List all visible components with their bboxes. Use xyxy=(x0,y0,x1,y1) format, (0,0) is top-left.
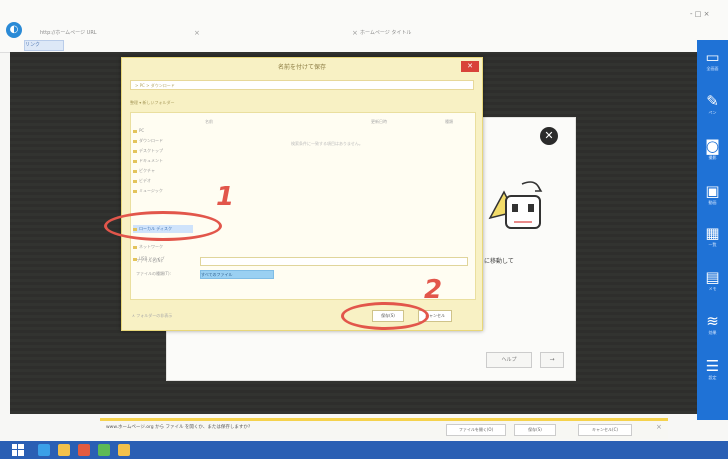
download-save-button[interactable]: 保存(S) xyxy=(514,424,556,436)
tree-item-label: ピクチャ xyxy=(139,168,155,173)
dialog-path-bar[interactable]: > PC > ダウンロード xyxy=(130,80,474,90)
browser-logo-icon[interactable]: ◐ xyxy=(6,22,22,38)
empty-folder-note: 検索条件に一致する項目はありません。 xyxy=(291,141,363,146)
download-message: www.ホームページ.org から ファイル を開くか、または保存しますか? xyxy=(106,425,251,430)
toolbar-label: 設定 xyxy=(708,375,717,380)
column-header-name[interactable]: 名前 xyxy=(205,119,213,125)
dialog-body: PC ダウンロード デスクトップ ドキュメント ピクチャ ビデオ ミュージック … xyxy=(130,112,476,300)
move-instruction-text: に移動して xyxy=(484,258,514,265)
annotation-number-1: 1 xyxy=(216,182,235,212)
download-cancel-button[interactable]: キャンセル(C) xyxy=(578,424,632,436)
browser-task-icon[interactable] xyxy=(38,444,50,456)
column-header-type[interactable]: 種類 xyxy=(445,119,453,125)
annotation-ellipse-2 xyxy=(341,302,429,330)
folder-icon xyxy=(133,189,137,193)
tree-item-pc[interactable]: PC xyxy=(133,127,144,135)
dialog-toolbar[interactable]: 整理 ▾ 新しいフォルダー xyxy=(130,98,474,108)
toolbar-label: メモ xyxy=(708,286,717,291)
toolbar-label: 動画 xyxy=(708,200,717,205)
tree-item-downloads[interactable]: ダウンロード xyxy=(133,137,163,145)
tree-item-label: ミュージック xyxy=(139,188,163,193)
toolbar-label: 効果 xyxy=(708,330,717,335)
display-icon: ▭ xyxy=(705,48,720,66)
folder-task-icon[interactable] xyxy=(118,444,130,456)
toolbar-label: ペン xyxy=(708,110,717,115)
windows-start-icon[interactable] xyxy=(12,444,24,456)
app-task-icon[interactable] xyxy=(98,444,110,456)
filename-input[interactable] xyxy=(200,257,468,266)
folder-icon xyxy=(133,169,137,173)
tab-close-icon[interactable]: × xyxy=(352,26,358,40)
memo-icon: ▤ xyxy=(705,268,720,286)
filename-label: ファイル名(N): xyxy=(136,258,164,263)
tree-item-label: ネットワーク xyxy=(139,244,163,249)
grid-icon: ▦ xyxy=(705,224,720,242)
help-button[interactable]: ヘルプ xyxy=(486,352,532,368)
stack-icon: ☰ xyxy=(705,357,720,375)
app-task-icon[interactable] xyxy=(78,444,90,456)
toolbar-label: 全画面 xyxy=(706,66,719,71)
tree-item-label: ダウンロード xyxy=(139,138,163,143)
film-icon: ▣ xyxy=(705,182,720,200)
mascot-illustration xyxy=(488,181,543,229)
filetype-label: ファイルの種類(T): xyxy=(136,271,171,276)
toolbar-pen-button[interactable]: ✎ ペン xyxy=(699,90,726,124)
dialog-close-icon[interactable]: ✕ xyxy=(461,61,479,72)
open-file-button[interactable]: ファイルを開く(O) xyxy=(446,424,506,436)
toolbar-grid-button[interactable]: ▦ 一覧 xyxy=(699,222,726,256)
annotation-number-2: 2 xyxy=(424,275,443,305)
tree-item-pictures[interactable]: ピクチャ xyxy=(133,167,155,175)
pen-icon: ✎ xyxy=(706,92,719,110)
folder-tree: PC ダウンロード デスクトップ ドキュメント ピクチャ ビデオ ミュージック … xyxy=(133,115,195,297)
column-header-date[interactable]: 更新日時 xyxy=(371,119,387,125)
tree-item-network[interactable]: ネットワーク xyxy=(133,243,163,251)
window-controls[interactable]: - □ × xyxy=(690,10,709,18)
folder-icon xyxy=(133,159,137,163)
tab-close-icon[interactable]: × xyxy=(194,26,200,40)
toolbar-display-button[interactable]: ▭ 全画面 xyxy=(699,46,726,80)
annotation-ellipse-1 xyxy=(104,211,222,241)
camera-icon: ◙ xyxy=(705,137,720,155)
address-bar[interactable]: リンク xyxy=(24,40,64,51)
folder-icon xyxy=(133,179,137,183)
tree-item-music[interactable]: ミュージック xyxy=(133,187,163,195)
next-button[interactable]: → xyxy=(540,352,564,368)
toolbar-memo-button[interactable]: ▤ メモ xyxy=(699,266,726,300)
toolbar-label: 一覧 xyxy=(708,242,717,247)
folder-icon xyxy=(133,129,137,133)
tree-item-label: ドキュメント xyxy=(139,158,163,163)
tree-item-label: PC xyxy=(139,128,145,133)
tree-item-desktop[interactable]: デスクトップ xyxy=(133,147,163,155)
toolbar-film-button[interactable]: ▣ 動画 xyxy=(699,180,726,214)
toolbar-stack-button[interactable]: ☰ 設定 xyxy=(699,355,726,389)
tree-item-label: デスクトップ xyxy=(139,148,163,153)
network-icon xyxy=(133,245,137,249)
browser-tab-2[interactable]: ホームページ タイトル xyxy=(360,26,520,40)
hide-folders-toggle[interactable]: ∧ フォルダーの非表示 xyxy=(132,313,172,319)
wave-icon: ≋ xyxy=(706,312,719,330)
side-toolbar: ▭ 全画面 ✎ ペン ◙ 撮影 ▣ 動画 ▦ 一覧 ▤ メモ ≋ 効果 ☰ 設定 xyxy=(697,40,728,420)
dialog-title: 名前を付けて保存 xyxy=(277,64,326,71)
folder-icon xyxy=(133,149,137,153)
download-notification-bar: www.ホームページ.org から ファイル を開くか、または保存しますか? フ… xyxy=(100,418,668,439)
toolbar-camera-button[interactable]: ◙ 撮影 xyxy=(699,135,726,169)
tree-item-label: ビデオ xyxy=(139,178,151,183)
taskbar xyxy=(0,441,728,459)
toolbar-label: 撮影 xyxy=(708,155,717,160)
filetype-select[interactable]: すべてのファイル xyxy=(200,270,274,279)
download-close-icon[interactable]: × xyxy=(656,423,662,431)
browser-tab-1[interactable]: http://ホームページ URL xyxy=(40,26,190,40)
explorer-task-icon[interactable] xyxy=(58,444,70,456)
folder-icon xyxy=(133,139,137,143)
modal-close-icon[interactable]: ✕ xyxy=(540,127,558,145)
toolbar-wave-button[interactable]: ≋ 効果 xyxy=(699,310,726,344)
tree-item-videos[interactable]: ビデオ xyxy=(133,177,151,185)
browser-chrome: ◐ http://ホームページ URL × ホームページ タイトル × リンク … xyxy=(0,0,728,53)
tree-item-documents[interactable]: ドキュメント xyxy=(133,157,163,165)
